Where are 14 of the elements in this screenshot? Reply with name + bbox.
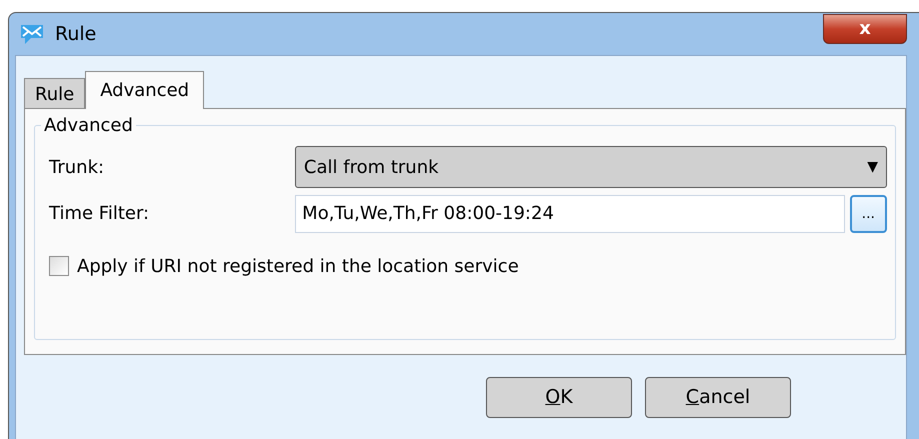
time-filter-field[interactable]: Mo,Tu,We,Th,Fr 08:00-19:24 xyxy=(295,194,845,232)
browse-button[interactable]: ... xyxy=(850,194,887,232)
tab[interactable]: Rule xyxy=(24,78,86,108)
dialog-button[interactable]: Cancel xyxy=(645,377,791,418)
window-title: Rule xyxy=(55,22,96,47)
trunk-dropdown[interactable]: Call from trunk ▼ xyxy=(294,146,887,188)
caret-icon: ▼ xyxy=(867,156,878,178)
dialog-button[interactable]: OK xyxy=(486,377,632,418)
field-label: Trunk: xyxy=(49,156,106,180)
checkbox[interactable] xyxy=(49,256,69,276)
field-label: Time Filter: xyxy=(49,202,150,226)
tab[interactable]: Advanced xyxy=(85,71,204,109)
checkbox-label: Apply if URI not registered in the location service xyxy=(77,254,519,278)
close-button[interactable]: x xyxy=(823,14,907,44)
